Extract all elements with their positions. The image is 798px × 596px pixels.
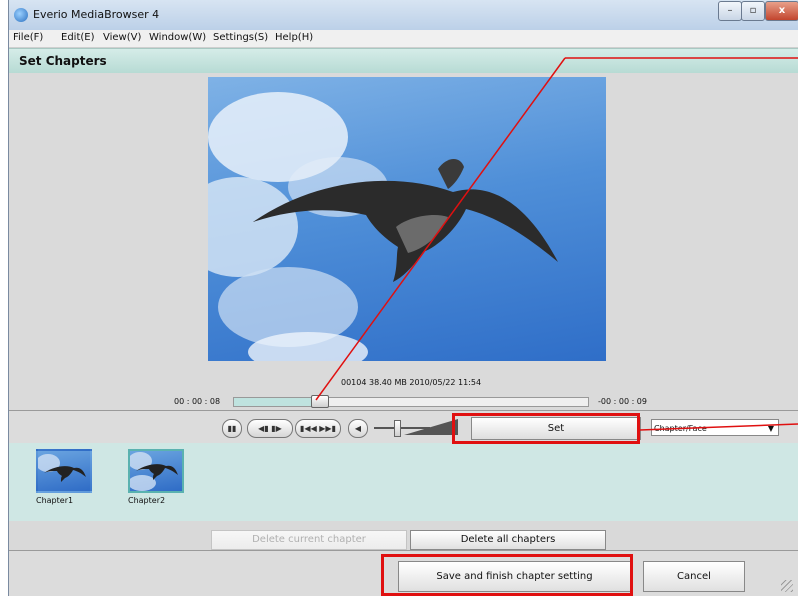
chapter-thumbnail[interactable] — [128, 449, 184, 493]
chapter-strip: Chapter1 Chapter2 — [9, 443, 798, 522]
video-preview[interactable] — [208, 77, 606, 361]
volume-thumb[interactable] — [394, 420, 402, 437]
volume-level-indicator — [404, 419, 458, 435]
seek-thumb[interactable] — [310, 395, 329, 408]
app-icon — [14, 8, 28, 22]
bird-thumbnail-icon — [36, 454, 86, 482]
resize-grip-icon[interactable] — [781, 580, 793, 592]
menu-window[interactable]: Window(W) — [149, 32, 206, 43]
cancel-button[interactable]: Cancel — [643, 561, 745, 592]
speaker-icon[interactable]: ◀ — [348, 419, 368, 438]
window-title: Everio MediaBrowser 4 — [33, 8, 160, 21]
menu-file[interactable]: File(F) — [13, 32, 43, 43]
menu-bar: File(F) Edit(E) View(V) Window(W) Settin… — [9, 30, 798, 48]
preview-area: 00104 38.40 MB 2010/05/22 11:54 00 : 00 … — [9, 73, 798, 410]
chapter-face-select-value: Chapter/Face — [654, 424, 707, 433]
chapter-label: Chapter1 — [36, 496, 74, 505]
skip-chapter-icon[interactable]: ▮◀◀ ▶▶▮ — [295, 419, 341, 438]
close-button[interactable]: x — [765, 1, 798, 21]
seek-bar[interactable] — [233, 395, 589, 408]
delete-current-chapter-button[interactable]: Delete current chapter — [211, 530, 407, 550]
minimize-button[interactable]: – — [718, 1, 742, 21]
seek-progress — [234, 398, 319, 406]
pause-icon[interactable]: ▮▮ — [222, 419, 242, 438]
elapsed-time: 00 : 00 : 08 — [174, 397, 221, 406]
maximize-button[interactable]: ▫ — [741, 1, 765, 21]
menu-edit[interactable]: Edit(E) — [61, 32, 95, 43]
remaining-time: -00 : 00 : 09 — [598, 397, 647, 406]
chapter-thumbnail[interactable] — [36, 449, 92, 493]
delete-actions-bar: Delete current chapter Delete all chapte… — [9, 521, 798, 551]
playback-controls: ▮▮ ◀▮ ▮▶ ▮◀◀ ▶▶▮ ◀ Set Chapter/Face ▼ — [9, 410, 798, 445]
bird-in-sky-image — [208, 92, 558, 361]
frame-step-icon[interactable]: ◀▮ ▮▶ — [247, 419, 293, 438]
menu-help[interactable]: Help(H) — [275, 32, 313, 43]
chapter-face-select[interactable]: Chapter/Face ▼ — [651, 419, 779, 436]
bird-thumbnail-icon — [128, 452, 178, 491]
title-bar: Everio MediaBrowser 4 – ▫ x — [9, 0, 798, 30]
app-window: Everio MediaBrowser 4 – ▫ x File(F) Edit… — [8, 0, 798, 596]
menu-settings[interactable]: Settings(S) — [213, 32, 268, 43]
section-title: Set Chapters — [19, 54, 107, 68]
chapter-label: Chapter2 — [128, 496, 166, 505]
menu-view[interactable]: View(V) — [103, 32, 141, 43]
save-button-highlight — [381, 554, 633, 596]
set-button-highlight — [452, 413, 640, 444]
file-info: 00104 38.40 MB 2010/05/22 11:54 — [341, 378, 482, 387]
delete-all-chapters-button[interactable]: Delete all chapters — [410, 530, 606, 550]
chevron-down-icon: ▼ — [767, 424, 774, 433]
section-header: Set Chapters — [9, 48, 798, 74]
